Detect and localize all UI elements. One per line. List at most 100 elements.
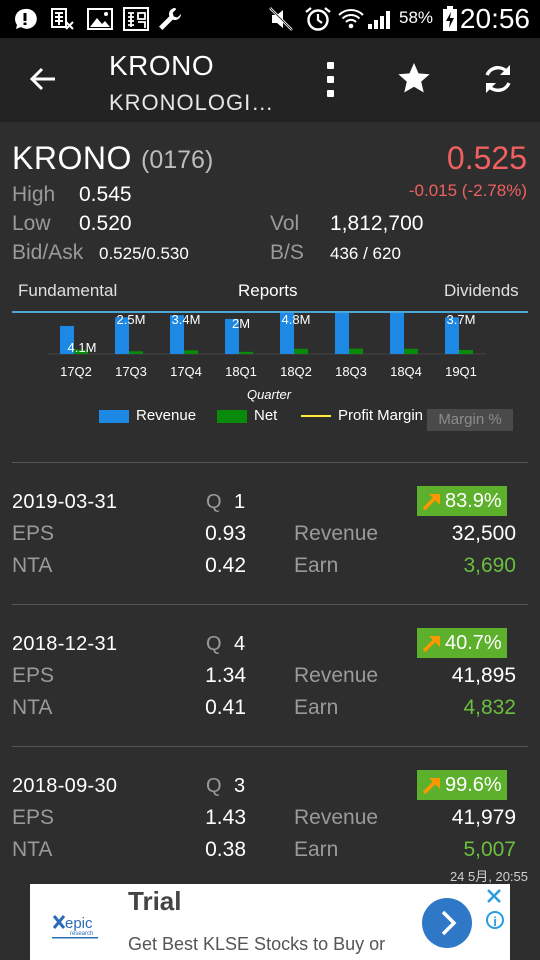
stock-code: KRONO [12,140,132,176]
epic-research-logo: epic research [50,912,100,940]
alarm-icon [304,6,332,32]
net-bar [239,351,253,354]
ad-close-icon[interactable] [486,888,502,904]
wifi-icon [338,6,364,32]
growth-badge: 99.6% [417,770,507,800]
growth-badge: 40.7% [417,628,507,658]
nta-label: NTA [12,696,53,719]
buy-sell-label: B/S [270,241,304,264]
divider [12,462,528,463]
legend-net-swatch [217,410,247,423]
x-tick-label: 19Q1 [445,364,477,379]
net-bar [459,350,473,354]
volume-label: Vol [270,212,300,235]
eps-label: EPS [12,806,55,829]
tab-dividends[interactable]: Dividends [444,281,519,301]
revenue-label: Revenue [294,664,379,687]
quarter-label: Q [206,491,222,513]
growth-value: 40.7% [445,631,502,654]
notification-bubble-icon [13,6,37,32]
reports-chart: Quarter 4.1M 17Q2 2.5M 17Q3 3.4M 17Q4 2M 18Q1 4.… [48,313,486,402]
eps-value: 1.43 [205,806,246,829]
bar-data-label: 3.4M [172,313,201,327]
signal-icon [366,6,392,32]
calendar-icon [123,6,149,32]
stock-number: (0176) [141,146,214,174]
nta-value: 0.41 [205,696,246,719]
divider [12,604,528,605]
app-subtitle: KRONOLOGI… [109,90,275,115]
net-bar [129,351,143,354]
report-date: 2018-09-30 [12,775,118,797]
exchange-rate-icon [50,6,76,32]
x-tick-label: 18Q1 [225,364,257,379]
nta-label: NTA [12,554,53,577]
battery-charging-icon [441,6,459,32]
bidask-label: Bid/Ask [12,241,84,264]
report-date: 2018-12-31 [12,633,118,655]
back-icon[interactable] [26,62,60,96]
logo-subtext: research [70,931,93,937]
buy-sell-value: 436 / 620 [330,244,401,263]
growth-badge: 83.9% [417,486,507,516]
quarter-label: Q [206,775,222,797]
revenue-bar [390,313,404,354]
arrow-up-right-icon [422,777,440,795]
x-tick-label: 17Q4 [170,364,202,379]
revenue-value: 32,500 [451,522,516,545]
net-bar [349,348,363,354]
bar-data-label: 4.1M [68,340,97,355]
gallery-icon [87,6,113,32]
chart-x-label: Quarter [247,387,292,402]
eps-value: 0.93 [205,522,246,545]
ad-banner[interactable]: epic research Trial Get Best KLSE Stocks… [30,884,510,960]
low-value: 0.520 [79,212,132,235]
divider [12,746,528,747]
logo-text: epic [65,915,93,932]
revenue-bar [335,313,349,354]
report-date: 2019-03-31 [12,491,118,513]
margin-toggle[interactable]: Margin % [427,409,513,431]
chevron-right-icon [441,910,457,936]
bar-data-label: 3.7M [447,313,476,327]
high-label: High [12,183,56,206]
bar-data-label: 2.5M [117,313,146,327]
revenue-label: Revenue [294,522,379,545]
x-tick-label: 18Q4 [390,364,422,379]
arrow-up-right-icon [422,493,440,511]
refresh-icon[interactable] [479,60,517,98]
earn-label: Earn [294,838,339,861]
quarter-value: 3 [234,775,246,797]
eps-label: EPS [12,664,55,687]
growth-value: 99.6% [445,773,502,796]
wrench-icon [157,6,183,32]
net-bar [184,350,198,354]
x-tick-label: 17Q3 [115,364,147,379]
nta-value: 0.42 [205,554,246,577]
status-bar: 58% 20:56 [0,0,540,38]
earn-value: 5,007 [463,838,516,861]
ad-info-icon[interactable]: i [486,911,504,929]
overflow-menu-icon[interactable] [322,62,338,98]
arrow-up-right-icon [422,635,440,653]
net-bar [404,348,418,354]
tab-fundamental[interactable]: Fundamental [18,281,117,301]
star-icon[interactable] [396,60,432,96]
eps-value: 1.34 [205,664,246,687]
quarter-value: 4 [234,633,246,655]
high-value: 0.545 [79,183,132,206]
legend-net: Net [254,407,278,424]
tab-reports[interactable]: Reports [238,281,298,301]
legend-margin-swatch [301,415,331,417]
price-change: -0.015 (-2.78%) [408,181,527,200]
growth-value: 83.9% [445,489,502,512]
earn-label: Earn [294,696,339,719]
x-tick-label: 18Q2 [280,364,312,379]
earn-value: 3,690 [463,554,516,577]
volume-value: 1,812,700 [330,212,424,235]
nta-value: 0.38 [205,838,246,861]
battery-percent: 58% [399,8,434,27]
mute-icon [268,6,294,32]
ad-open-button[interactable] [422,898,472,948]
nta-label: NTA [12,838,53,861]
